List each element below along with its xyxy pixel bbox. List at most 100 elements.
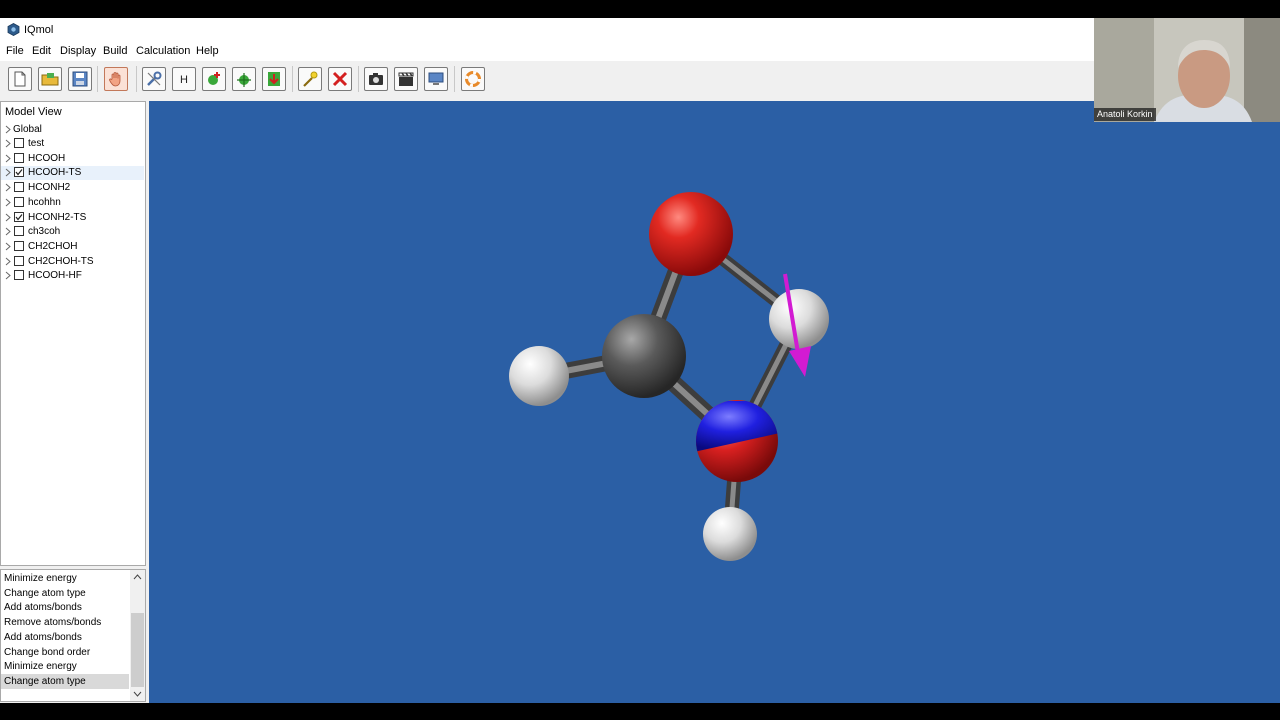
top-letterbox (0, 0, 1280, 18)
tree-item-model[interactable]: HCOOH-HF (1, 269, 144, 283)
checkmark-icon (15, 213, 23, 220)
undo-scroll-thumb[interactable] (131, 613, 144, 687)
bottom-letterbox (0, 703, 1280, 720)
model-view-header: Model View (5, 106, 62, 118)
add-hydrogens-button[interactable]: H (172, 67, 196, 91)
toolbar-separator (97, 66, 98, 92)
scroll-down-icon[interactable] (133, 691, 142, 697)
clapper-icon (398, 72, 414, 86)
reset-view-button[interactable] (461, 67, 485, 91)
toolbar-separator (136, 66, 137, 92)
snapshot-button[interactable] (364, 67, 388, 91)
tree-item-model[interactable]: HCONH2-TS (1, 211, 144, 225)
wrench-icon (147, 71, 162, 86)
undo-history-label: Change bond order (4, 646, 91, 658)
undo-history-item[interactable]: Minimize energy (1, 571, 129, 586)
model-visibility-checkbox[interactable] (14, 226, 24, 237)
wand-icon (303, 71, 318, 87)
tree-item-model[interactable]: CH2CHOH (1, 240, 144, 254)
tree-item-model[interactable]: ch3coh (1, 225, 144, 239)
menu-file[interactable]: File (6, 45, 24, 58)
delete-button[interactable] (328, 67, 352, 91)
atom-oxygen[interactable] (649, 192, 733, 276)
panel-splitter[interactable] (146, 101, 149, 703)
chevron-right-icon[interactable] (5, 139, 11, 148)
menu-calculation[interactable]: Calculation (136, 45, 190, 58)
manipulate-button[interactable] (104, 67, 128, 91)
model-visibility-checkbox[interactable] (14, 138, 24, 148)
minimize-energy-button[interactable] (202, 67, 226, 91)
export-button[interactable] (262, 67, 286, 91)
model-name: HCOOH (28, 152, 66, 164)
molecule-render (509, 192, 829, 561)
chevron-right-icon[interactable] (5, 213, 11, 222)
webcam-participant-name: Anatoli Korkin (1094, 108, 1156, 121)
chevron-right-icon[interactable] (5, 242, 11, 251)
symmetrize-button[interactable] (232, 67, 256, 91)
fullscreen-button[interactable] (424, 67, 448, 91)
select-button[interactable] (298, 67, 322, 91)
model-visibility-checkbox[interactable] (14, 182, 24, 193)
model-name: HCONH2-TS (28, 211, 87, 223)
tree-item-global[interactable]: Global (1, 123, 144, 137)
chevron-right-icon[interactable] (5, 154, 11, 163)
model-name: HCOOH-HF (28, 270, 82, 282)
chevron-right-icon[interactable] (5, 227, 11, 236)
toolbar-separator (454, 66, 455, 92)
menu-help[interactable]: Help (196, 45, 219, 58)
atom-hydrogen-left[interactable] (509, 346, 569, 406)
open-file-button[interactable] (38, 67, 62, 91)
undo-history-item[interactable]: Add atoms/bonds (1, 600, 129, 615)
model-visibility-checkbox[interactable] (14, 255, 24, 266)
tree-item-model[interactable]: HCOOH-TS (1, 166, 144, 181)
undo-history-label: Change atom type (4, 675, 86, 687)
undo-history-label: Change atom type (4, 587, 86, 599)
chevron-right-icon[interactable] (5, 183, 11, 192)
menu-display[interactable]: Display (60, 45, 96, 58)
hydrogen-icon: H (180, 74, 188, 86)
molecule-viewport[interactable] (149, 101, 1280, 703)
atom-hydrogen-bottom[interactable] (703, 507, 757, 561)
tree-item-model[interactable]: hcohhn (1, 196, 144, 210)
model-name: HCONH2 (28, 182, 71, 194)
iqmol-hexagon-icon (7, 23, 20, 36)
monitor-icon (428, 72, 444, 85)
tree-item-model[interactable]: test (1, 137, 144, 151)
undo-history-item[interactable]: Add atoms/bonds (1, 630, 129, 645)
atom-carbon[interactable] (602, 314, 686, 398)
chevron-right-icon[interactable] (5, 125, 11, 134)
model-visibility-checkbox[interactable] (14, 211, 24, 222)
chevron-right-icon[interactable] (5, 271, 11, 280)
build-button[interactable] (142, 67, 166, 91)
undo-history-item[interactable]: Change atom type (1, 673, 129, 689)
title-bar (0, 18, 1094, 42)
menu-build[interactable]: Build (103, 45, 127, 58)
save-file-button[interactable] (68, 67, 92, 91)
model-visibility-checkbox[interactable] (14, 240, 24, 251)
participant-video (1094, 18, 1280, 122)
hydrogen-label: H (180, 74, 188, 86)
undo-history-item[interactable]: Remove atoms/bonds (1, 615, 129, 630)
model-name: hcohhn (28, 196, 61, 208)
record-button[interactable] (394, 67, 418, 91)
undo-history-item[interactable]: Minimize energy (1, 659, 129, 674)
undo-history-item[interactable]: Change atom type (1, 586, 129, 601)
new-document-icon (14, 71, 26, 87)
model-visibility-checkbox[interactable] (14, 270, 24, 281)
model-visibility-checkbox[interactable] (14, 196, 24, 207)
chevron-right-icon[interactable] (5, 257, 11, 266)
tree-item-model[interactable]: HCONH2 (1, 181, 144, 195)
undo-history-label: Remove atoms/bonds (4, 617, 102, 629)
model-name: CH2CHOH (28, 240, 78, 252)
atom-hydrogen-right[interactable] (769, 289, 829, 349)
model-visibility-checkbox[interactable] (14, 167, 24, 178)
scroll-up-icon[interactable] (133, 574, 142, 580)
tree-item-model[interactable]: CH2CHOH-TS (1, 255, 144, 269)
menu-edit[interactable]: Edit (32, 45, 51, 58)
undo-history-item[interactable]: Change bond order (1, 645, 129, 660)
chevron-right-icon[interactable] (5, 168, 11, 177)
chevron-right-icon[interactable] (5, 198, 11, 207)
new-file-button[interactable] (8, 67, 32, 91)
tree-item-model[interactable]: HCOOH (1, 152, 144, 166)
model-visibility-checkbox[interactable] (14, 152, 24, 163)
